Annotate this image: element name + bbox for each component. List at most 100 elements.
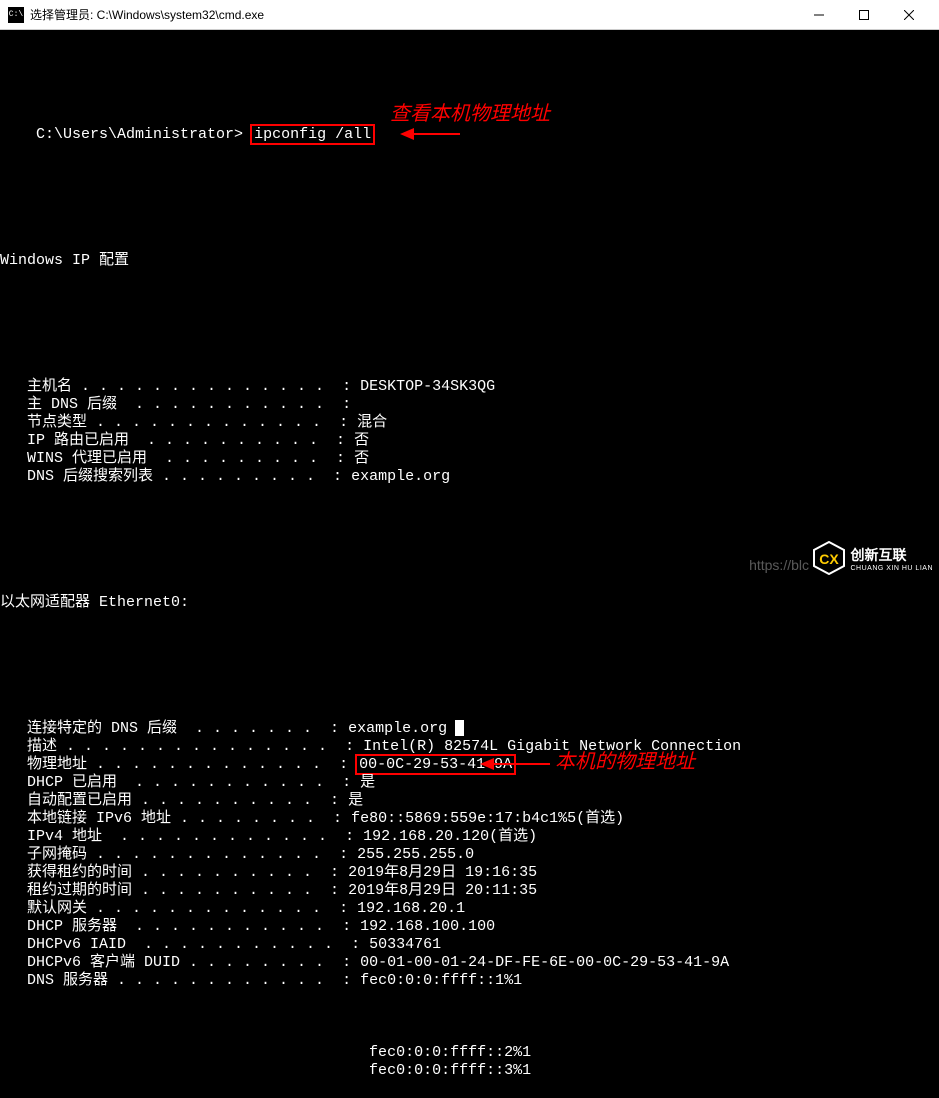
window-title: 选择管理员: C:\Windows\system32\cmd.exe xyxy=(30,6,264,23)
separator: : xyxy=(321,720,348,737)
line-value: example.org xyxy=(351,468,450,485)
output-line: 获得租约的时间 . . . . . . . . . . : 2019年8月29日… xyxy=(0,864,939,882)
dot-leader: . . . . . . . . . . . . . . . xyxy=(57,738,336,755)
output-line: 物理地址 . . . . . . . . . . . . . : 00-0C-2… xyxy=(0,756,939,774)
close-button[interactable] xyxy=(886,0,931,30)
output-line: IP 路由已启用 . . . . . . . . . . : 否 xyxy=(0,432,939,450)
line-label: 自动配置已启用 xyxy=(0,792,132,809)
watermark-brand-en: CHUANG XIN HU LIAN xyxy=(850,565,933,572)
separator: : xyxy=(342,936,369,953)
dot-leader: . . . . . . . . . . xyxy=(138,432,327,449)
line-label: IPv4 地址 xyxy=(0,828,111,845)
separator: : xyxy=(324,468,351,485)
line-value: 2019年8月29日 20:11:35 xyxy=(348,882,537,899)
separator: : xyxy=(336,738,363,755)
separator: : xyxy=(330,900,357,917)
line-value: 192.168.100.100 xyxy=(360,918,495,935)
line-label: 描述 xyxy=(0,738,57,755)
line-value: 50334761 xyxy=(369,936,441,953)
line-label: DHCPv6 客户端 DUID xyxy=(0,954,189,971)
dot-leader: . . . . . . . . xyxy=(171,810,324,827)
line-value: 255.255.255.0 xyxy=(357,846,474,863)
separator: : xyxy=(321,882,348,899)
line-value: 混合 xyxy=(357,414,387,431)
line-label: 子网掩码 xyxy=(0,846,96,863)
line-value: 2019年8月29日 19:16:35 xyxy=(348,864,537,881)
line-value: 00-01-00-01-24-DF-FE-6E-00-0C-29-53-41-9… xyxy=(360,954,729,971)
output-line: DHCPv6 客户端 DUID . . . . . . . . : 00-01-… xyxy=(0,954,939,972)
command-annotation: 查看本机物理地址 xyxy=(390,105,550,123)
maximize-button[interactable] xyxy=(841,0,886,30)
separator: : xyxy=(330,756,357,773)
output-line: 本地链接 IPv6 地址 . . . . . . . . : fe80::586… xyxy=(0,810,939,828)
dot-leader: . . . . . . . . . . . xyxy=(126,774,333,791)
line-value: 192.168.20.1 xyxy=(357,900,465,917)
line-label: 主机名 xyxy=(0,378,81,395)
dot-leader: . . . . . . . . . . . xyxy=(126,918,333,935)
separator: : xyxy=(327,432,354,449)
output-line: fec0:0:0:ffff::3%1 xyxy=(0,1062,939,1080)
line-value: 是 xyxy=(360,774,375,791)
output-line: 默认网关 . . . . . . . . . . . . . : 192.168… xyxy=(0,900,939,918)
output-line: DHCP 已启用 . . . . . . . . . . . : 是 xyxy=(0,774,939,792)
line-label: 主 DNS 后缀 xyxy=(0,396,126,413)
dot-leader: . . . . . . . . . . xyxy=(132,792,321,809)
watermark-url: https://blc xyxy=(749,557,809,573)
text-cursor xyxy=(455,720,464,736)
line-label: 连接特定的 DNS 后缀 xyxy=(0,720,186,737)
watermark-brand-cn: 创新互联 xyxy=(850,545,933,565)
line-label: DHCPv6 IAID xyxy=(0,936,135,953)
mac-annotation: 本机的物理地址 xyxy=(555,753,695,771)
line-label: IP 路由已启用 xyxy=(0,432,138,449)
line-value: 是 xyxy=(348,792,363,809)
dot-leader: . . . . . . . . . . . . . . xyxy=(81,378,333,395)
section-header-ipconfig: Windows IP 配置 xyxy=(0,252,939,270)
line-label: 获得租约的时间 xyxy=(0,864,141,881)
dot-leader: . . . . . . . . . . xyxy=(141,864,321,881)
line-value: 192.168.20.120(首选) xyxy=(363,828,537,845)
separator: : xyxy=(333,954,360,971)
line-value: 否 xyxy=(354,432,369,449)
line-label: 租约过期的时间 xyxy=(0,882,141,899)
output-line: 连接特定的 DNS 后缀 . . . . . . . : example.org xyxy=(0,720,939,738)
dot-leader: . . . . . . . . . . xyxy=(141,882,321,899)
line-label: 默认网关 xyxy=(0,900,87,917)
separator: : xyxy=(330,846,357,863)
output-line: IPv4 地址 . . . . . . . . . . . . : 192.16… xyxy=(0,828,939,846)
output-line: 主机名 . . . . . . . . . . . . . . : DESKTO… xyxy=(0,378,939,396)
line-value: DESKTOP-34SK3QG xyxy=(360,378,495,395)
line-label: 本地链接 IPv6 地址 xyxy=(0,810,171,827)
section-header-adapter: 以太网适配器 Ethernet0: xyxy=(0,594,939,612)
window-titlebar: C:\ 选择管理员: C:\Windows\system32\cmd.exe xyxy=(0,0,939,30)
dot-leader: . . . . . . . . . . . . . xyxy=(96,414,330,431)
output-line: DHCP 服务器 . . . . . . . . . . . : 192.168… xyxy=(0,918,939,936)
output-line: 主 DNS 后缀 . . . . . . . . . . . : xyxy=(0,396,939,414)
minimize-button[interactable] xyxy=(796,0,841,30)
prompt-row: C:\Users\Administrator> ipconfig /all 查看… xyxy=(0,108,939,126)
line-value: example.org xyxy=(348,720,447,737)
separator: : xyxy=(333,378,360,395)
line-label: DNS 服务器 xyxy=(0,972,117,989)
separator: : xyxy=(330,414,357,431)
line-label: WINS 代理已启用 xyxy=(0,450,156,467)
cmd-icon: C:\ xyxy=(8,7,24,23)
output-line: fec0:0:0:ffff::2%1 xyxy=(0,1044,939,1062)
prompt-path: C:\Users\Administrator> xyxy=(36,126,243,143)
dot-leader: . . . . . . . . . xyxy=(162,468,324,485)
output-line: 节点类型 . . . . . . . . . . . . . : 混合 xyxy=(0,414,939,432)
line-value: 否 xyxy=(354,450,369,467)
separator: : xyxy=(336,828,363,845)
dot-leader: . . . . . . . . . . . xyxy=(135,936,342,953)
line-value: fe80::5869:559e:17:b4c1%5(首选) xyxy=(351,810,624,827)
watermark-logo: CX 创新互联 CHUANG XIN HU LIAN xyxy=(812,541,933,575)
dot-leader: . . . . . . . . xyxy=(189,954,333,971)
dot-leader: . . . . . . . . . . . . . xyxy=(87,900,330,917)
dot-leader: . . . . . . . . . . . . xyxy=(117,972,333,989)
svg-text:CX: CX xyxy=(820,551,840,567)
separator: : xyxy=(327,450,354,467)
logo-hex-icon: CX xyxy=(812,541,846,575)
output-line: 描述 . . . . . . . . . . . . . . . : Intel… xyxy=(0,738,939,756)
separator: : xyxy=(321,792,348,809)
dot-leader: . . . . . . . xyxy=(186,720,321,737)
line-label: 物理地址 xyxy=(0,756,87,773)
